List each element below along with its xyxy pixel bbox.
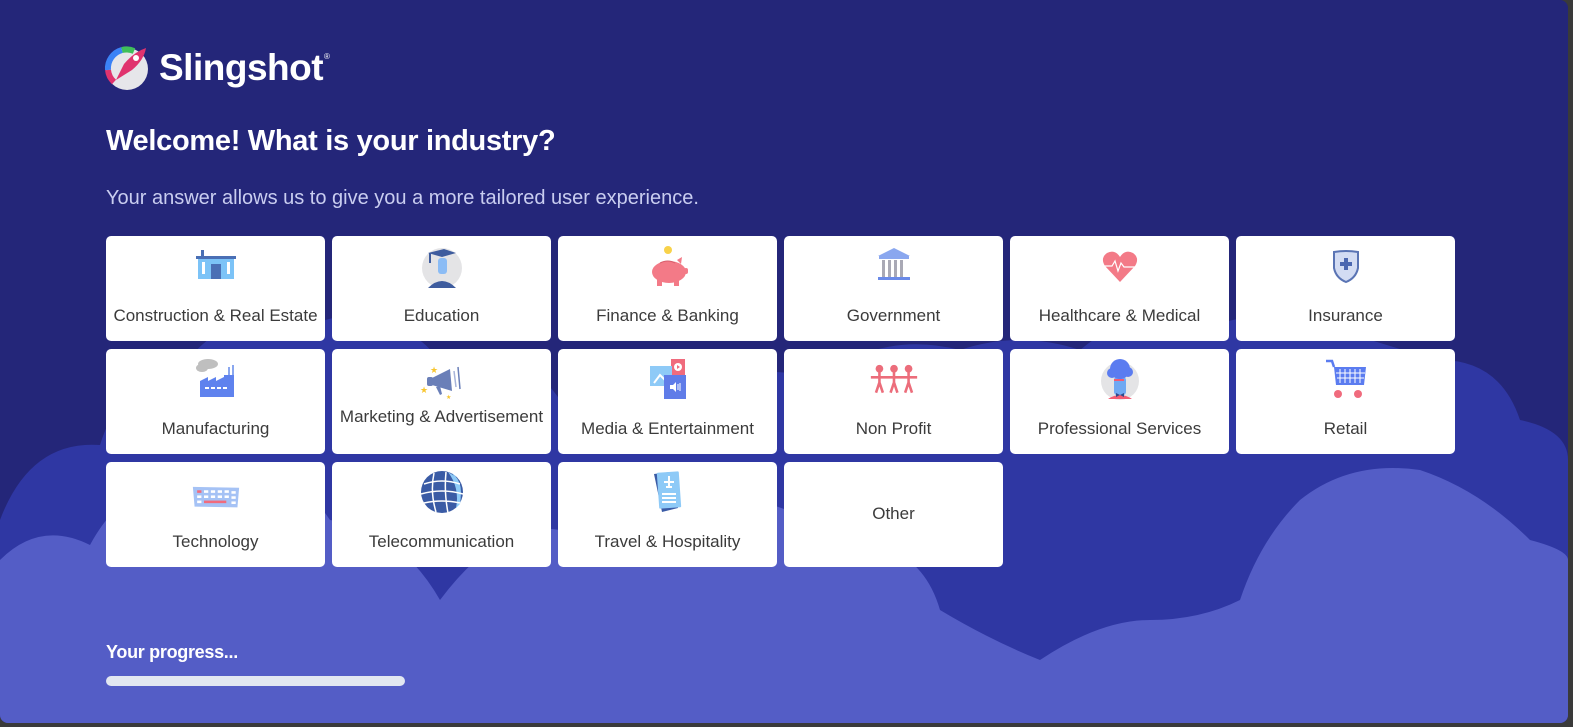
media-icon	[649, 359, 686, 399]
industry-label: Professional Services	[1037, 419, 1202, 438]
globe-icon	[420, 471, 463, 514]
industry-label: Media & Entertainment	[581, 419, 754, 438]
industry-label: Healthcare & Medical	[1038, 306, 1201, 325]
heartbeat-icon	[1102, 251, 1137, 282]
industry-card-retail[interactable]: Retail	[1236, 349, 1455, 454]
shield-plus-icon	[1332, 250, 1359, 284]
svg-text:★: ★	[430, 365, 438, 375]
industry-label: Other	[872, 504, 915, 523]
factory-icon	[195, 359, 234, 397]
industry-card-healthcare[interactable]: Healthcare & Medical	[1010, 236, 1229, 341]
graduate-icon	[421, 248, 462, 288]
slingshot-rocket-icon	[104, 46, 148, 90]
industry-card-other[interactable]: Other	[784, 462, 1003, 567]
svg-text:★: ★	[420, 385, 428, 395]
professional-avatar-icon	[1100, 359, 1139, 400]
industry-card-manufacturing[interactable]: Manufacturing	[106, 349, 325, 454]
megaphone-icon: ★ ★ ★	[420, 365, 461, 401]
industry-card-travel[interactable]: Travel & Hospitality	[558, 462, 777, 567]
industry-card-construction[interactable]: Construction & Real Estate	[106, 236, 325, 341]
industry-label: Marketing & Advertisement	[339, 407, 544, 426]
industry-card-insurance[interactable]: Insurance	[1236, 236, 1455, 341]
shopping-cart-icon	[1325, 359, 1366, 398]
brand-name: Slingshot	[159, 47, 324, 88]
registered-mark: ®	[324, 51, 330, 61]
industry-grid: Construction & Real Estate Education Fin…	[106, 236, 1455, 567]
piggy-bank-icon	[651, 246, 688, 286]
industry-label: Manufacturing	[161, 419, 270, 438]
industry-label: Retail	[1323, 419, 1368, 438]
industry-card-government[interactable]: Government	[784, 236, 1003, 341]
progress-label: Your progress...	[106, 642, 238, 662]
industry-label: Travel & Hospitality	[594, 532, 741, 551]
progress-bar	[106, 676, 405, 686]
svg-text:★: ★	[446, 394, 451, 401]
industry-label: Construction & Real Estate	[113, 306, 318, 325]
industry-card-marketing[interactable]: ★ ★ ★ Marketing & Advertisement	[332, 349, 551, 454]
industry-label: Non Profit	[855, 419, 932, 438]
industry-label: Technology	[172, 532, 259, 551]
onboarding-screen: Slingshot ® Welcome! What is your indust…	[0, 0, 1568, 723]
people-chain-icon	[870, 364, 917, 394]
page-subtitle: Your answer allows us to give you a more…	[106, 187, 699, 209]
boarding-pass-icon	[653, 471, 681, 512]
industry-card-professional-services[interactable]: Professional Services	[1010, 349, 1229, 454]
industry-label: Government	[846, 306, 941, 325]
industry-card-education[interactable]: Education	[332, 236, 551, 341]
page-title: Welcome! What is your industry?	[106, 125, 556, 157]
industry-card-media[interactable]: Media & Entertainment	[558, 349, 777, 454]
industry-card-telecommunication[interactable]: Telecommunication	[332, 462, 551, 567]
industry-label: Finance & Banking	[596, 306, 739, 325]
slingshot-logo: Slingshot ®	[102, 44, 330, 92]
industry-label: Education	[403, 306, 480, 325]
industry-card-non-profit[interactable]: Non Profit	[784, 349, 1003, 454]
building-icon	[195, 250, 236, 279]
government-building-icon	[877, 248, 910, 280]
industry-label: Telecommunication	[368, 532, 515, 551]
industry-card-technology[interactable]: Technology	[106, 462, 325, 567]
industry-card-finance[interactable]: Finance & Banking	[558, 236, 777, 341]
keyboard-icon	[192, 486, 239, 508]
industry-label: Insurance	[1308, 306, 1383, 325]
